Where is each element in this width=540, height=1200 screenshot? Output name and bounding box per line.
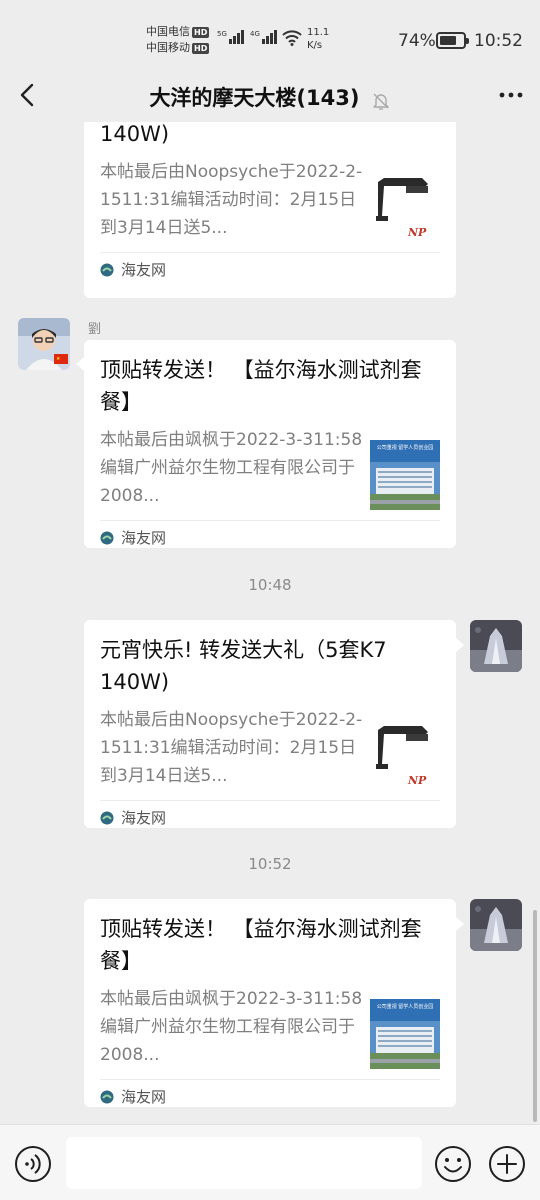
self-avatar[interactable] xyxy=(470,620,522,672)
lamp-brand-logo: NP xyxy=(407,226,427,239)
carrier-2: 中国移动 xyxy=(146,41,190,54)
hd-badge: HD xyxy=(192,26,210,38)
input-bar xyxy=(0,1124,540,1200)
network-speed: 11.1 K/s xyxy=(307,26,329,52)
battery-percent: 74% xyxy=(398,31,436,51)
globe-icon xyxy=(100,1090,114,1103)
globe-icon xyxy=(100,531,114,544)
link-card-message[interactable]: 元宵快乐! 转发送大礼（5套K7 140W) 本帖最后由Noopsyche于20… xyxy=(84,122,456,298)
speed-value: 11.1 xyxy=(307,27,330,38)
card-title: 元宵快乐! 转发送大礼（5套K7 140W) xyxy=(100,638,387,694)
message-list[interactable]: 元宵快乐! 转发送大礼（5套K7 140W) 本帖最后由Noopsyche于20… xyxy=(0,122,540,1124)
status-bar: 中国电信 HD 中国移动 HD 5G 4G 11.1 K/s 74% 10:52 xyxy=(0,0,540,70)
bubble-tail xyxy=(76,357,84,371)
carrier-1: 中国电信 xyxy=(146,25,190,38)
chat-title-wrap: 大洋的摩天大楼(143) xyxy=(0,82,540,112)
link-card-message[interactable]: 顶贴转发送！ 【益尔海水测试剂套餐】 本帖最后由飒枫于2022-3-311:58… xyxy=(84,899,456,1107)
chat-title: 大洋的摩天大楼(143) xyxy=(149,86,360,110)
plus-icon[interactable] xyxy=(488,1145,526,1183)
card-source: 海友网 xyxy=(100,1079,440,1113)
battery-icon xyxy=(436,32,469,49)
building-thumbnail: 公司重视 留学人员创业园 xyxy=(370,999,440,1069)
building-thumbnail: 公司重视 留学人员创业园 xyxy=(370,440,440,510)
card-description: 本帖最后由Noopsyche于2022-2-1511:31编辑活动时间：2月15… xyxy=(100,710,363,786)
speed-unit: K/s xyxy=(307,40,323,51)
globe-icon xyxy=(100,263,114,276)
card-description: 本帖最后由飒枫于2022-3-311:58编辑广州益尔生物工程有限公司于2008… xyxy=(100,989,363,1065)
clock: 10:52 xyxy=(474,31,523,51)
card-source: 海友网 xyxy=(100,252,440,286)
building-caption: 公司重视 留学人员创业园 xyxy=(377,444,434,451)
bubble-tail xyxy=(456,638,464,652)
more-dots-icon[interactable] xyxy=(496,80,526,110)
carrier-info: 中国电信 HD 中国移动 HD xyxy=(146,24,210,56)
lamp-brand-logo: NP xyxy=(407,774,427,787)
card-title: 元宵快乐! 转发送大礼（5套K7 140W) xyxy=(100,122,170,146)
hd-badge: HD xyxy=(192,42,210,54)
card-source-name: 海友网 xyxy=(121,529,167,547)
message-input[interactable] xyxy=(66,1137,422,1189)
card-description: 本帖最后由飒枫于2022-3-311:58编辑广州益尔生物工程有限公司于2008… xyxy=(100,430,363,506)
card-source: 海友网 xyxy=(100,520,440,554)
sender-name: 劉 xyxy=(88,322,102,337)
self-avatar[interactable] xyxy=(470,899,522,951)
emoji-icon[interactable] xyxy=(434,1145,472,1183)
timestamp: 10:52 xyxy=(248,855,292,873)
network-type-label: 5G xyxy=(217,30,227,38)
card-source: 海友网 xyxy=(100,800,440,834)
card-source-name: 海友网 xyxy=(121,809,167,827)
card-title: 顶贴转发送！ 【益尔海水测试剂套餐】 xyxy=(100,917,422,973)
voice-icon[interactable] xyxy=(14,1145,52,1183)
bubble-tail xyxy=(456,917,464,931)
timestamp: 10:48 xyxy=(248,576,292,594)
network-type-label: 4G xyxy=(250,30,260,38)
lamp-thumbnail: NP xyxy=(370,720,440,790)
bell-off-icon xyxy=(372,93,389,110)
wifi-icon xyxy=(282,30,302,46)
link-card-message[interactable]: 元宵快乐! 转发送大礼（5套K7 140W) 本帖最后由Noopsyche于20… xyxy=(84,620,456,828)
scrollbar[interactable] xyxy=(533,910,537,1122)
svg-text:★: ★ xyxy=(56,356,61,362)
card-title: 顶贴转发送！ 【益尔海水测试剂套餐】 xyxy=(100,358,422,414)
signal-icon: 4G xyxy=(250,30,277,44)
globe-icon xyxy=(100,811,114,824)
lamp-thumbnail: NP xyxy=(370,172,440,242)
card-description: 本帖最后由Noopsyche于2022-2-1511:31编辑活动时间：2月15… xyxy=(100,162,363,238)
signal-icon: 5G xyxy=(217,30,244,44)
card-source-name: 海友网 xyxy=(121,1088,167,1106)
chat-header: 大洋的摩天大楼(143) xyxy=(0,70,540,122)
link-card-message[interactable]: 顶贴转发送！ 【益尔海水测试剂套餐】 本帖最后由飒枫于2022-3-311:58… xyxy=(84,340,456,548)
card-source-name: 海友网 xyxy=(121,261,167,279)
building-caption: 公司重视 留学人员创业园 xyxy=(377,1003,434,1010)
avatar[interactable]: ★ xyxy=(18,318,70,370)
